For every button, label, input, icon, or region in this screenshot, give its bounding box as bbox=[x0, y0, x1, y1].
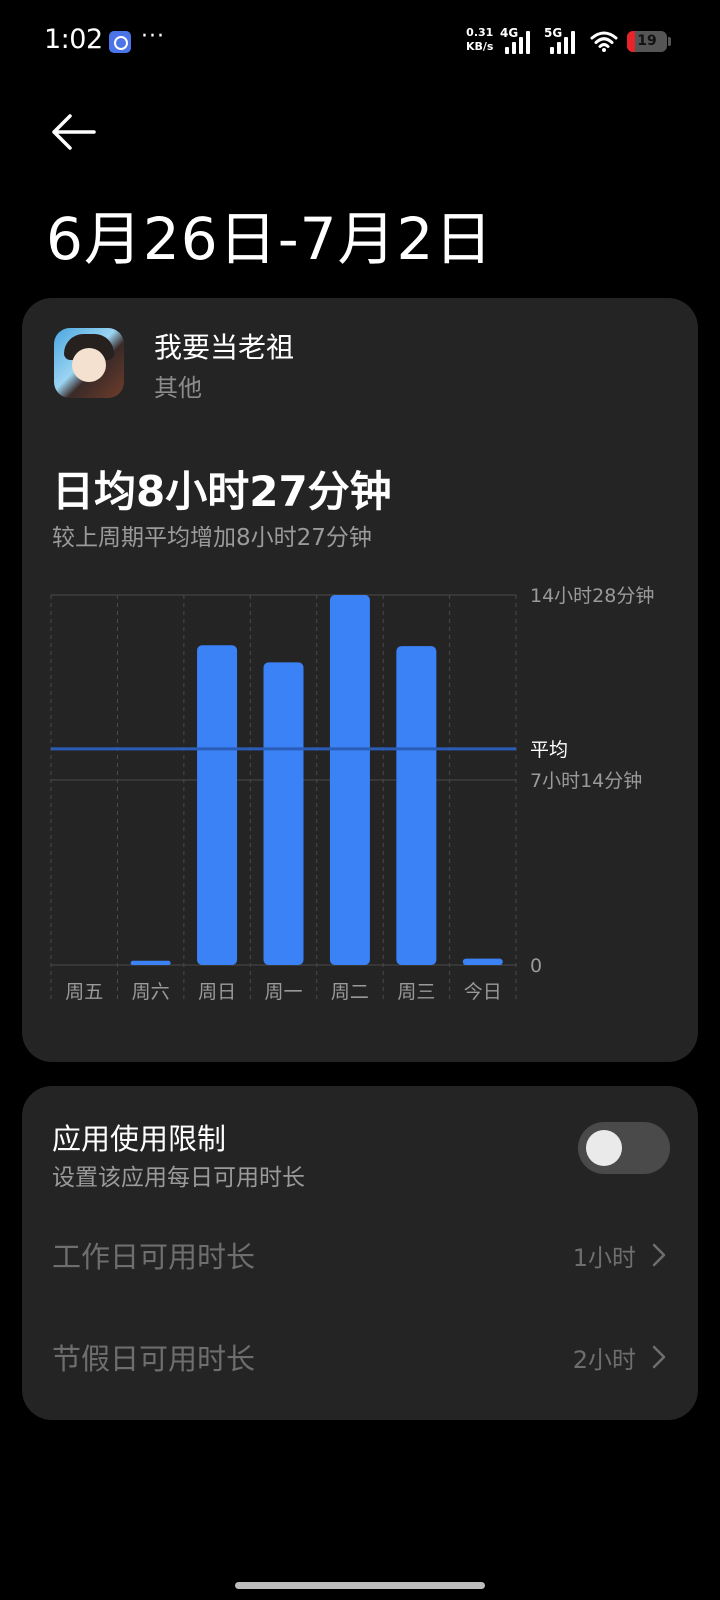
chevron-right-icon bbox=[652, 1243, 666, 1267]
chart-bar bbox=[263, 662, 304, 965]
chart-bar bbox=[396, 646, 437, 965]
x-tick-label: 周五 bbox=[65, 981, 103, 1003]
chevron-right-icon bbox=[652, 1345, 666, 1369]
holiday-limit-label: 节假日可用时长 bbox=[52, 1342, 256, 1376]
y-tick-label: 14小时28分钟 bbox=[530, 585, 654, 607]
wifi-icon bbox=[590, 31, 618, 52]
network-speed-value: 0.31 bbox=[466, 26, 494, 39]
chart-bar bbox=[130, 960, 171, 965]
workday-limit-label: 工作日可用时长 bbox=[52, 1240, 256, 1274]
y-tick-label: 7小时14分钟 bbox=[530, 770, 642, 792]
signal-icon bbox=[505, 31, 530, 54]
limit-toggle[interactable] bbox=[578, 1122, 670, 1174]
page-title: 6月26日-7月2日 bbox=[46, 205, 494, 273]
workday-limit-row[interactable]: 工作日可用时长 1小时 bbox=[22, 1220, 698, 1290]
limit-card: 应用使用限制 设置该应用每日可用时长 工作日可用时长 1小时 节假日可用时长 2… bbox=[22, 1086, 698, 1420]
battery-icon: 19 bbox=[627, 31, 667, 52]
battery-level: 19 bbox=[637, 33, 657, 49]
limit-title: 应用使用限制 bbox=[52, 1122, 227, 1156]
x-tick-label: 今日 bbox=[464, 981, 502, 1003]
x-tick-label: 周日 bbox=[198, 981, 236, 1003]
holiday-limit-value: 2小时 bbox=[572, 1346, 636, 1374]
status-bar: 1:02 ··· 0.31 KB/s 4G 5G 19 bbox=[0, 0, 720, 84]
status-time: 1:02 bbox=[44, 24, 103, 55]
chart-bar bbox=[462, 958, 503, 965]
limit-subtitle: 设置该应用每日可用时长 bbox=[52, 1165, 305, 1191]
chart-bar bbox=[329, 595, 370, 965]
x-tick-label: 周一 bbox=[264, 981, 302, 1003]
notification-app-icon bbox=[109, 31, 131, 53]
signal-icon-2 bbox=[550, 31, 575, 54]
chart-bar bbox=[197, 645, 238, 965]
network-speed: 0.31 KB/s bbox=[466, 26, 493, 54]
usage-card: 我要当老祖 其他 日均8小时27分钟 较上周期平均增加8小时27分钟 周五 周六周… bbox=[22, 298, 698, 1062]
battery-tip bbox=[668, 37, 671, 46]
holiday-limit-row[interactable]: 节假日可用时长 2小时 bbox=[22, 1322, 698, 1392]
y-tick-label: 0 bbox=[530, 955, 542, 977]
network-speed-unit: KB/s bbox=[466, 40, 494, 53]
x-tick-label: 周三 bbox=[397, 981, 435, 1003]
average-label: 平均 bbox=[530, 739, 568, 761]
more-notifications-icon: ··· bbox=[141, 24, 165, 49]
back-arrow-icon[interactable] bbox=[48, 110, 100, 154]
x-tick-label: 周二 bbox=[331, 981, 369, 1003]
home-indicator[interactable] bbox=[235, 1582, 485, 1589]
workday-limit-value: 1小时 bbox=[572, 1244, 636, 1272]
usage-bar-chart: 周五 周六 周日 周一 周二 周三 今日 平均 14小时28分钟 7小时14分钟 0 bbox=[50, 585, 654, 1003]
toggle-knob bbox=[586, 1130, 622, 1166]
x-tick-label: 周六 bbox=[132, 981, 170, 1003]
